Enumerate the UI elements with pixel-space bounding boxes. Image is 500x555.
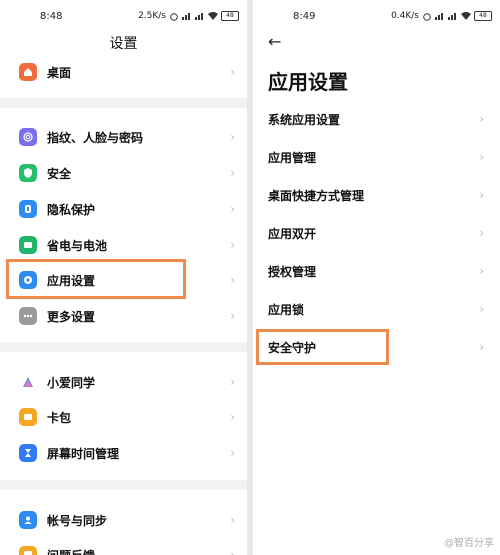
status-time: 8:49: [293, 11, 316, 22]
feedback-icon: [19, 546, 37, 555]
chevron-right-icon: ›: [230, 410, 235, 424]
xiaoai-icon: [19, 373, 37, 391]
settings-screen: 8:48 2.5K/s 48 设置 桌面 › 指纹、人脸与密码 › 安全 › 隐…: [0, 0, 247, 555]
app-settings-item-label: 授权管理: [268, 264, 317, 279]
wallet-icon: [19, 408, 37, 426]
status-bar: 8:48 2.5K/s 48: [0, 0, 247, 30]
chevron-right-icon: ›: [230, 548, 235, 555]
settings-item-wallet[interactable]: 卡包 ›: [0, 399, 247, 435]
page-title: 设置: [109, 36, 138, 52]
settings-item-screen-time[interactable]: 屏幕时间管理 ›: [0, 435, 247, 471]
account-icon: [19, 511, 37, 529]
settings-item-security[interactable]: 安全 ›: [0, 155, 247, 191]
app-settings-item-label: 系统应用设置: [268, 112, 341, 127]
chevron-right-icon: ›: [479, 302, 484, 316]
chevron-right-icon: ›: [230, 513, 235, 527]
settings-item-fingerprint[interactable]: 指纹、人脸与密码 ›: [0, 119, 247, 155]
battery-icon: [19, 236, 37, 254]
chevron-right-icon: ›: [479, 264, 484, 278]
chevron-right-icon: ›: [230, 65, 235, 79]
settings-item-label: 问题反馈: [47, 547, 95, 555]
signal-icon: [182, 12, 192, 20]
app-settings-item-label: 应用锁: [268, 302, 305, 317]
wifi-icon: [461, 12, 471, 20]
shield-icon: [19, 164, 37, 182]
settings-item-label: 隐私保护: [47, 202, 96, 217]
app-settings-item-label: 应用管理: [268, 150, 317, 165]
app-settings-item-shortcuts[interactable]: 桌面快捷方式管理 ›: [253, 176, 500, 214]
app-settings-item-label: 应用双开: [268, 226, 317, 241]
chevron-right-icon: ›: [479, 340, 484, 354]
chevron-right-icon: ›: [230, 166, 235, 180]
section-divider: [0, 342, 247, 352]
chevron-right-icon: ›: [230, 202, 235, 216]
chevron-right-icon: ›: [230, 446, 235, 460]
app-settings-screen: 8:49 0.4K/s 48 ← 应用设置 系统应用设置 › 应用管理 › 桌面…: [253, 0, 500, 555]
section-divider: [0, 480, 247, 490]
fingerprint-icon: [19, 128, 37, 146]
chevron-right-icon: ›: [479, 226, 484, 240]
chevron-right-icon: ›: [230, 309, 235, 323]
signal-icon-2: [448, 12, 458, 20]
settings-item-label: 更多设置: [47, 309, 96, 324]
network-speed: 0.4K/s: [391, 11, 419, 21]
settings-item-xiaoai[interactable]: 小爱同学 ›: [0, 364, 247, 400]
chevron-right-icon: ›: [479, 150, 484, 164]
chevron-right-icon: ›: [230, 238, 235, 252]
privacy-icon: [19, 200, 37, 218]
section-divider: [0, 98, 247, 108]
alarm-icon: [422, 12, 432, 21]
signal-icon-2: [195, 12, 205, 20]
settings-item-label: 小爱同学: [47, 375, 96, 390]
battery-indicator: 48: [474, 11, 492, 21]
wifi-icon: [208, 12, 218, 20]
more-icon: [19, 307, 37, 325]
back-arrow-icon[interactable]: ←: [268, 32, 281, 51]
chevron-right-icon: ›: [479, 188, 484, 202]
highlight-box: [256, 329, 389, 365]
network-speed: 2.5K/s: [138, 11, 166, 21]
app-settings-item-dual-apps[interactable]: 应用双开 ›: [253, 214, 500, 252]
app-settings-item-app-lock[interactable]: 应用锁 ›: [253, 290, 500, 328]
settings-item-label: 桌面: [47, 65, 72, 80]
settings-item-label: 省电与电池: [47, 238, 108, 253]
settings-item-label: 安全: [47, 166, 72, 181]
app-settings-item-permissions[interactable]: 授权管理 ›: [253, 252, 500, 290]
app-settings-item-system-apps[interactable]: 系统应用设置 ›: [253, 100, 500, 138]
watermark: @智百分享: [444, 538, 494, 549]
settings-item-label: 指纹、人脸与密码: [47, 130, 144, 145]
chevron-right-icon: ›: [230, 273, 235, 287]
highlight-box: [6, 259, 186, 299]
hourglass-icon: [19, 444, 37, 462]
home-icon: [19, 63, 37, 81]
signal-icon: [435, 12, 445, 20]
settings-item-feedback[interactable]: 问题反馈 ›: [0, 537, 247, 555]
page-title: 应用设置: [268, 70, 348, 94]
status-bar: 8:49 0.4K/s 48: [253, 0, 500, 30]
chevron-right-icon: ›: [230, 130, 235, 144]
battery-indicator: 48: [221, 11, 239, 21]
app-settings-item-label: 桌面快捷方式管理: [268, 188, 365, 203]
settings-item-more[interactable]: 更多设置 ›: [0, 298, 247, 334]
status-time: 8:48: [40, 11, 63, 22]
chevron-right-icon: ›: [230, 375, 235, 389]
chevron-right-icon: ›: [479, 112, 484, 126]
settings-item-label: 帐号与同步: [47, 513, 108, 528]
settings-item-battery[interactable]: 省电与电池 ›: [0, 227, 247, 263]
app-settings-item-app-management[interactable]: 应用管理 ›: [253, 138, 500, 176]
settings-item-privacy[interactable]: 隐私保护 ›: [0, 191, 247, 227]
settings-item-desktop[interactable]: 桌面 ›: [0, 54, 247, 90]
alarm-icon: [169, 12, 179, 21]
settings-item-label: 卡包: [47, 410, 72, 425]
settings-item-label: 屏幕时间管理: [47, 446, 120, 461]
settings-item-account[interactable]: 帐号与同步 ›: [0, 502, 247, 538]
